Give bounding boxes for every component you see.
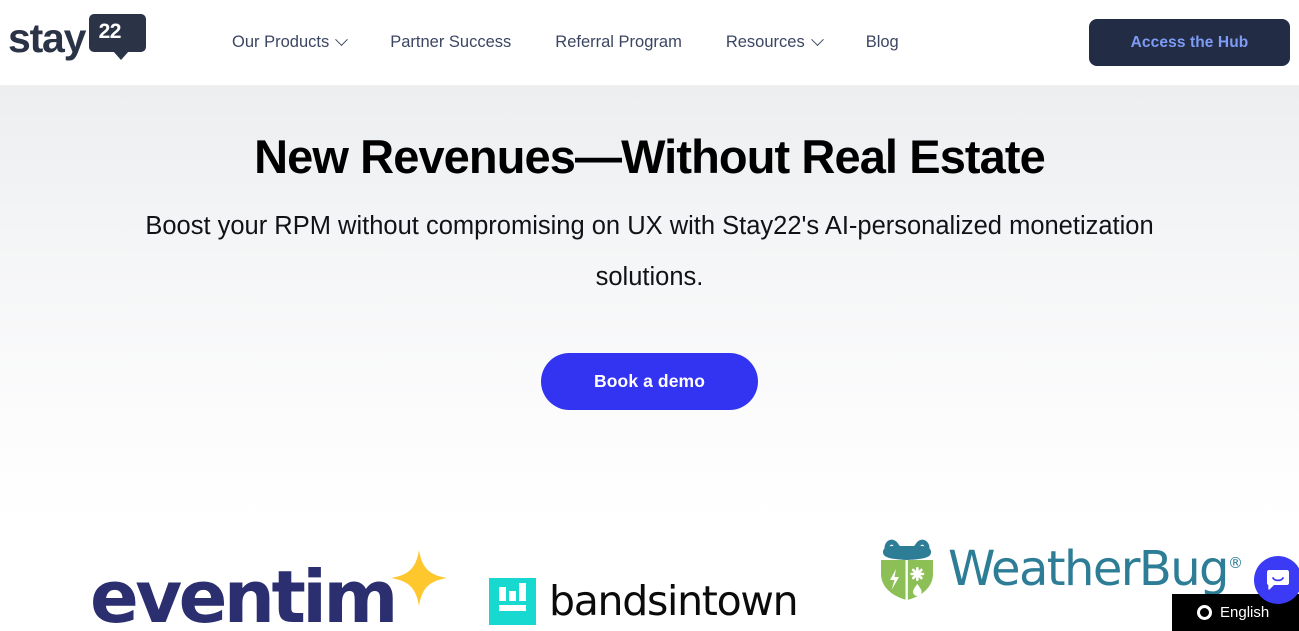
- stay22-logo[interactable]: stay 22: [8, 12, 147, 67]
- logo-wordmark: stay: [8, 15, 86, 61]
- chat-widget-button[interactable]: [1254, 556, 1299, 604]
- weatherbug-ladybug-icon: [881, 539, 933, 600]
- registered-trademark-icon: ®: [1227, 554, 1243, 572]
- eventim-wordmark: eventim: [90, 555, 398, 631]
- partner-logo-weatherbug: WeatherBug®: [874, 538, 1243, 600]
- page-title: New Revenues—Without Real Estate: [254, 130, 1046, 183]
- nav-item-partner-success[interactable]: Partner Success: [390, 33, 511, 52]
- partner-logo-eventim: eventim: [90, 550, 451, 631]
- nav-label: Resources: [725, 33, 805, 51]
- nav-item-our-products[interactable]: Our Products: [232, 33, 349, 52]
- circle-icon: [1197, 605, 1212, 620]
- book-a-demo-button[interactable]: Book a demo: [541, 353, 758, 410]
- nav-label: Partner Success: [390, 33, 512, 51]
- nav-item-blog[interactable]: Blog: [866, 33, 899, 52]
- main-navigation: Our Products Partner Success Referral Pr…: [232, 0, 899, 85]
- weatherbug-wordmark: WeatherBug®: [948, 541, 1243, 597]
- chat-bubble-smile-icon: [1267, 570, 1289, 590]
- nav-label: Blog: [865, 33, 899, 51]
- nav-label: Our Products: [232, 33, 330, 51]
- page-root: stay 22 Our Products Partner Success Ref…: [0, 0, 1299, 631]
- logo-badge-number: 22: [98, 19, 122, 43]
- site-header: stay 22 Our Products Partner Success Ref…: [0, 0, 1299, 85]
- logo-badge-icon: 22: [89, 14, 147, 60]
- bandsintown-wordmark: bandsintown: [549, 577, 799, 625]
- nav-label: Referral Program: [555, 33, 682, 51]
- chevron-down-icon: [335, 33, 349, 47]
- bandsintown-mark-icon: [489, 578, 536, 625]
- hero-subheadline: Boost your RPM without compromising on U…: [145, 212, 1154, 291]
- hero-cta-wrapper: Book a demo: [0, 353, 1299, 410]
- chevron-down-icon: [810, 33, 824, 47]
- four-point-star-icon: [390, 550, 447, 606]
- nav-item-resources[interactable]: Resources: [725, 33, 824, 52]
- nav-item-referral-program[interactable]: Referral Program: [555, 33, 682, 52]
- language-label: English: [1220, 604, 1270, 621]
- access-the-hub-button[interactable]: Access the Hub: [1089, 19, 1290, 66]
- partner-logo-bandsintown: bandsintown: [489, 577, 799, 625]
